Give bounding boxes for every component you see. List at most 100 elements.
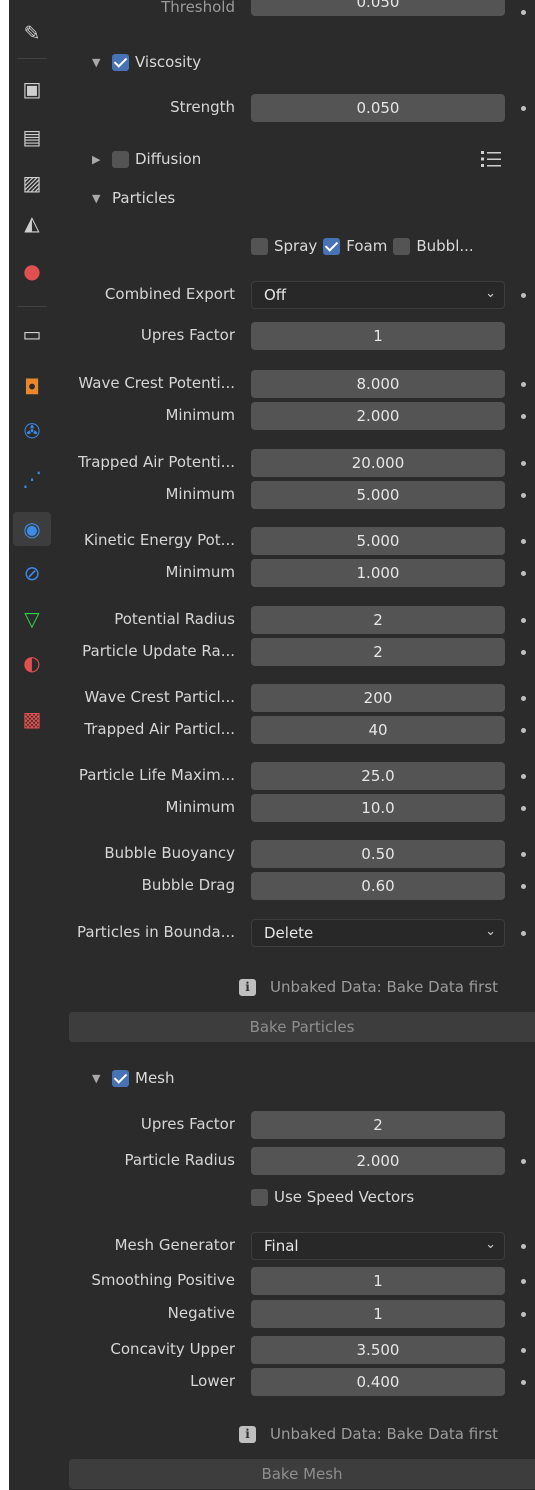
keyframe-dot[interactable] (521, 618, 526, 623)
foam-checkbox[interactable] (323, 237, 341, 255)
object-tab-glyph: ◘ (24, 375, 40, 399)
property-field[interactable]: 5.000 (251, 527, 505, 555)
chevron-down-icon: ⌄ (485, 286, 496, 301)
property-field[interactable]: 5.000 (251, 481, 505, 509)
property-field[interactable]: 1 (251, 1267, 505, 1295)
keyframe-dot[interactable] (521, 414, 526, 419)
texture-tab-icon[interactable]: ▩ (13, 702, 51, 736)
combined-export-dropdown[interactable]: Off ⌄ (251, 281, 505, 309)
keyframe-dot[interactable] (521, 1312, 526, 1317)
particle-types-row: Spray Foam Bubbl... (251, 235, 474, 257)
collection-tab-icon[interactable]: ▭ (13, 317, 51, 351)
spray-toggle[interactable]: Spray (251, 237, 317, 255)
keyframe-dot[interactable] (521, 493, 526, 498)
keyframe-dot[interactable] (521, 650, 526, 655)
bubbles-checkbox[interactable] (393, 237, 411, 255)
property-field[interactable]: 25.0 (251, 762, 505, 790)
keyframe-dot[interactable] (521, 461, 526, 466)
constraints-tab-icon[interactable]: ⊘ (13, 556, 51, 590)
keyframe-dot[interactable] (521, 806, 526, 811)
particles-tab-glyph: ⋰ (22, 467, 42, 491)
property-field[interactable]: 20.000 (251, 449, 505, 477)
bake-particles-button[interactable]: Bake Particles (69, 1012, 535, 1042)
property-field[interactable]: 1.000 (251, 559, 505, 587)
keyframe-dot[interactable] (521, 884, 526, 889)
property-field[interactable]: 40 (251, 716, 505, 744)
modifier-tab-icon[interactable]: ✇ (13, 414, 51, 448)
expand-triangle-icon[interactable]: ▼ (92, 192, 112, 205)
foam-toggle[interactable]: Foam (323, 237, 387, 255)
presets-list-icon[interactable] (481, 150, 503, 168)
diffusion-header[interactable]: ▶ Diffusion (92, 144, 201, 174)
particles-header[interactable]: ▼ Particles (92, 183, 175, 213)
keyframe-dot[interactable] (521, 293, 526, 298)
property-field[interactable]: 200 (251, 684, 505, 712)
keyframe-dot[interactable] (521, 1348, 526, 1353)
viscosity-header[interactable]: ▼ Viscosity (92, 47, 201, 77)
keyframe-dot[interactable] (521, 1380, 526, 1385)
property-field[interactable]: 8.000 (251, 370, 505, 398)
expand-triangle-icon[interactable]: ▼ (92, 1072, 112, 1085)
viscosity-checkbox[interactable] (112, 53, 129, 71)
keyframe-dot[interactable] (521, 696, 526, 701)
bubbles-toggle[interactable]: Bubbl... (393, 237, 474, 255)
strength-label: Strength (170, 98, 235, 116)
property-field[interactable]: 0.50 (251, 840, 505, 868)
upres-factor-field[interactable]: 1 (251, 322, 505, 350)
keyframe-dot[interactable] (521, 728, 526, 733)
bake-mesh-button[interactable]: Bake Mesh (69, 1459, 535, 1489)
world-tab-icon[interactable]: ● (13, 254, 51, 288)
property-label: Particle Life Maxim... (78, 766, 235, 784)
keyframe-dot[interactable] (521, 1244, 526, 1249)
property-field[interactable]: 2 (251, 606, 505, 634)
render-tab-icon[interactable]: ▣ (13, 72, 51, 106)
property-field[interactable]: 2 (251, 638, 505, 666)
property-field[interactable]: 0.400 (251, 1368, 505, 1396)
scene-tab-icon[interactable]: ◭ (13, 206, 51, 240)
mesh-generator-dropdown[interactable]: Final ⌄ (251, 1232, 505, 1260)
keyframe-dot[interactable] (521, 10, 526, 15)
particle-radius-field[interactable]: 2.000 (251, 1147, 505, 1175)
property-field[interactable]: 3.500 (251, 1336, 505, 1364)
data-tab-icon[interactable]: ▽ (13, 602, 51, 636)
tool-tab-icon[interactable]: ✎ (13, 16, 51, 50)
keyframe-dot[interactable] (521, 571, 526, 576)
particles-in-boundary-dropdown[interactable]: Delete ⌄ (251, 919, 505, 947)
material-tab-icon[interactable]: ◐ (13, 646, 51, 680)
property-field[interactable]: 2.000 (251, 402, 505, 430)
keyframe-dot[interactable] (521, 852, 526, 857)
property-field[interactable]: 1 (251, 1300, 505, 1328)
strength-field[interactable]: 0.050 (251, 94, 505, 122)
keyframe-dot[interactable] (521, 931, 526, 936)
mesh-checkbox[interactable] (112, 1069, 129, 1087)
threshold-field[interactable]: 0.050 (251, 0, 505, 16)
collection-tab-glyph: ▭ (22, 322, 42, 346)
output-tab-icon[interactable]: ▤ (13, 120, 51, 154)
particles-tab-icon[interactable]: ⋰ (13, 462, 51, 496)
collapse-triangle-icon[interactable]: ▶ (92, 153, 112, 166)
use-speed-vectors-toggle[interactable]: Use Speed Vectors (251, 1186, 414, 1208)
keyframe-dot[interactable] (521, 539, 526, 544)
properties-panel: Threshold 0.050 ▼ Viscosity Strength 0.0… (55, 0, 535, 1490)
view-layer-tab-icon[interactable]: ▨ (13, 166, 51, 200)
object-tab-icon[interactable]: ◘ (13, 370, 51, 404)
mesh-info-message: i Unbaked Data: Bake Data first (239, 1421, 498, 1447)
keyframe-dot[interactable] (521, 106, 526, 111)
keyframe-dot[interactable] (521, 1159, 526, 1164)
texture-tab-glyph: ▩ (22, 707, 42, 731)
chevron-down-icon: ⌄ (485, 924, 496, 939)
physics-tab-icon[interactable]: ◉ (13, 512, 51, 546)
mesh-upres-factor-field[interactable]: 2 (251, 1111, 505, 1139)
property-field[interactable]: 0.60 (251, 872, 505, 900)
property-field[interactable]: 10.0 (251, 794, 505, 822)
mesh-header[interactable]: ▼ Mesh (92, 1063, 175, 1093)
keyframe-dot[interactable] (521, 774, 526, 779)
property-label: Wave Crest Potenti... (78, 374, 235, 392)
spray-checkbox[interactable] (251, 237, 268, 255)
use-speed-vectors-checkbox[interactable] (251, 1188, 268, 1206)
keyframe-dot[interactable] (521, 382, 526, 387)
combined-export-label: Combined Export (104, 285, 235, 303)
expand-triangle-icon[interactable]: ▼ (92, 56, 112, 69)
diffusion-checkbox[interactable] (112, 150, 129, 168)
keyframe-dot[interactable] (521, 1279, 526, 1284)
